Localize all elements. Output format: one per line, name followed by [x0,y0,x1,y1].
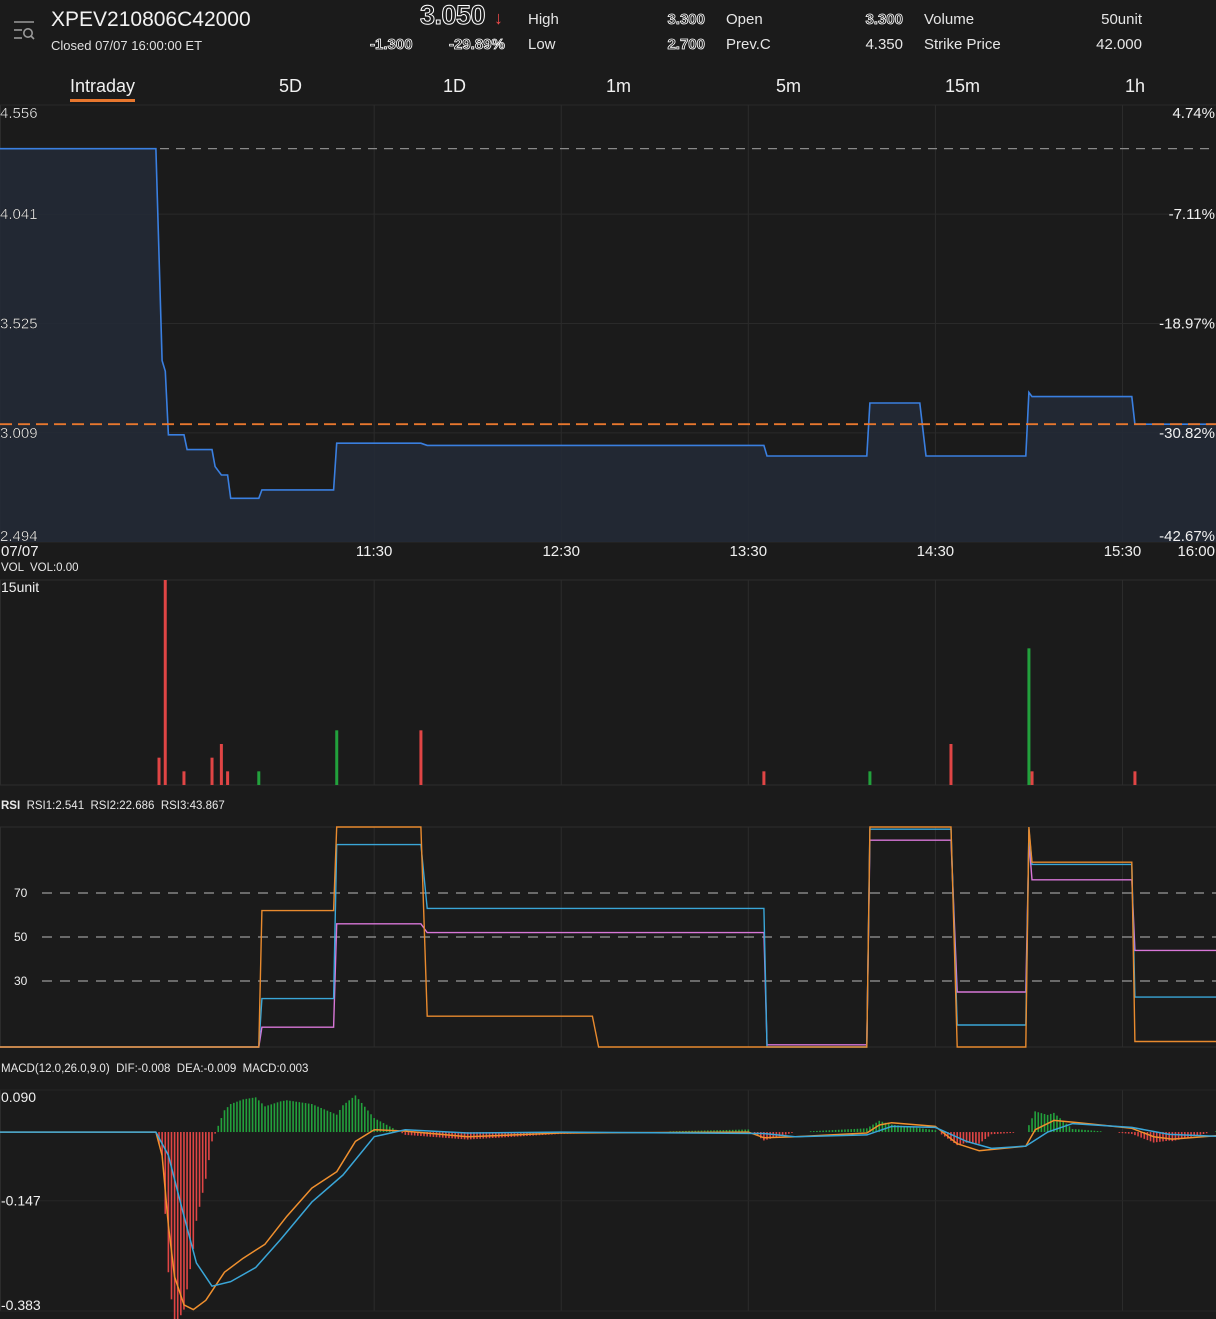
dea-legend: DEA:-0.009 [176,1063,237,1075]
low-value: 2.700 [667,36,705,54]
macd-y-tick: -0.383 [1,1297,41,1313]
price-y-tick-left: 4.556 [0,105,38,122]
volume-bar [1133,771,1137,785]
strike-price-label: Strike Price [924,36,1001,53]
high-value: 3.300 [667,11,705,29]
last-price: 3.050 [419,0,486,31]
price-y-tick-left: 4.041 [0,206,38,223]
chart-area[interactable]: 4.556 4.041 3.525 3.009 2.494 4.74% -7.11% -18.… [0,0,1216,1319]
price-y-tick-left: 2.494 [0,528,38,545]
tab-1m[interactable]: 1m [606,76,631,97]
period-tabs: Intraday 5D 1D 1m 5m 15m 1h [0,70,1216,106]
price-change-percent: -29.89% [449,36,506,54]
time-axis-tick: 15:30 [1104,543,1142,560]
dif-line [0,1119,1216,1311]
time-axis-tick: 14:30 [917,543,955,560]
volume-label: Volume [924,11,975,28]
volume-bar [157,757,161,785]
market-status: Closed 07/07 16:00:00 ET [51,38,203,53]
macd-params: MACD(12.0,26.0,9.0) [1,1063,110,1075]
strike-price-value: 42.000 [1096,36,1142,53]
rsi-label: RSI [1,800,21,812]
time-axis-tick: 16:00 [1177,543,1215,560]
price-y-tick-right: -7.11% [1169,206,1215,223]
volume-bar [257,771,261,785]
rsi2-line [0,828,1216,1048]
price-line [0,147,1216,500]
volume-bar [335,730,339,785]
tab-5m[interactable]: 5m [776,76,801,97]
dea-line [0,1122,1216,1287]
tab-5d[interactable]: 5D [279,76,302,97]
low-label: Low [528,36,556,53]
volume-chart [157,580,1137,785]
volume-bar [762,771,766,785]
prev-close-label: Prev.C [726,36,771,53]
tab-1d[interactable]: 1D [443,76,466,97]
volume-bar [182,771,186,785]
time-axis-tick: 11:30 [356,543,392,560]
tab-15m[interactable]: 15m [945,76,980,97]
rsi-chart [0,826,1216,1048]
volume-bar [419,730,423,785]
price-y-tick-left: 3.009 [0,425,38,442]
rsi-indicator-title: RSI RSI1:2.541 RSI2:22.686 RSI3:43.867 [1,800,225,812]
volume-bar [210,757,214,785]
arrow-down-icon: ↓ [494,8,503,28]
price-y-tick-left: 3.525 [0,316,38,333]
price-y-tick-right: 4.74% [1172,105,1215,122]
volume-bar [1030,771,1034,785]
macd-chart [0,1095,1216,1319]
rsi1-legend: RSI1:2.541 [26,800,85,812]
time-axis-tick: 12:30 [542,543,580,560]
volume-indicator-title: VOL VOL:0.00 [1,562,79,574]
volume-bar [163,580,167,785]
menu-search-icon[interactable] [12,18,36,44]
volume-max-label: 15unit [1,579,39,595]
volume-value: 50unit [1101,11,1142,28]
price-y-tick-right: -18.97% [1159,316,1215,333]
macd-legend: MACD:0.003 [242,1063,309,1075]
tab-1h[interactable]: 1h [1125,76,1145,97]
price-y-tick-right: -30.82% [1159,425,1215,442]
grid-lines [0,104,1216,1312]
price-area-fill [0,148,1216,542]
open-value: 3.300 [865,11,903,29]
volume-bar [868,771,872,785]
rsi-y-tick: 50 [14,930,28,944]
rsi-y-tick: 70 [14,886,28,900]
price-y-tick-right: -42.67% [1159,528,1215,545]
quote-header: XPEV210806C42000 Closed 07/07 16:00:00 E… [0,0,1216,64]
rsi-y-tick: 30 [14,974,28,988]
axis-labels: 4.556 4.041 3.525 3.009 2.494 4.74% -7.11% -18.… [0,105,1215,1313]
prev-close-value: 4.350 [865,36,903,53]
rsi1-line [0,826,1216,1048]
price-chart [0,147,1216,542]
high-label: High [528,11,559,28]
rsi3-line [0,839,1216,1048]
rsi2-legend: RSI2:22.686 [90,800,155,812]
volume-bar [949,744,953,785]
open-label: Open [726,11,763,28]
volume-bar [226,771,230,785]
symbol-title: XPEV210806C42000 [51,8,251,31]
macd-indicator-title: MACD(12.0,26.0,9.0) DIF:-0.008 DEA:-0.00… [1,1063,308,1075]
price-change: -1.300 [370,36,413,54]
time-axis-tick: 07/07 [1,543,39,560]
volume-bar [219,744,223,785]
volume-bar [1027,648,1031,785]
tab-intraday[interactable]: Intraday [70,76,136,102]
macd-y-tick: -0.147 [1,1193,41,1209]
time-axis-tick: 13:30 [730,543,768,560]
rsi3-legend: RSI3:43.867 [160,800,225,812]
dif-legend: DIF:-0.008 [116,1063,171,1075]
macd-y-tick: 0.090 [1,1089,36,1105]
